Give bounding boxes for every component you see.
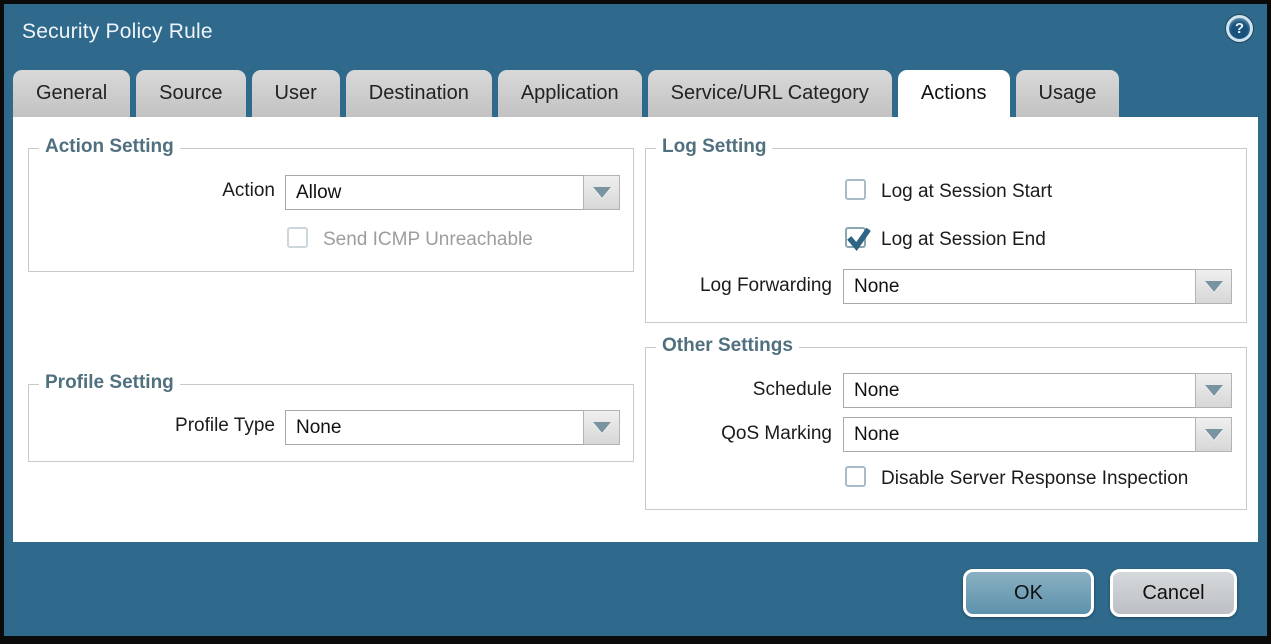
screenshot-frame: Security Policy Rule ? General Source Us… xyxy=(0,0,1271,644)
chevron-down-icon xyxy=(1205,385,1223,396)
log-at-session-start-label: Log at Session Start xyxy=(881,181,1052,203)
checkmark-icon xyxy=(847,228,871,252)
log-forwarding-label: Log Forwarding xyxy=(632,275,832,297)
action-dropdown[interactable]: Allow xyxy=(285,175,584,210)
action-setting-group: Action Setting xyxy=(28,148,634,272)
log-forwarding-dropdown-button[interactable] xyxy=(1195,269,1232,304)
tab-usage[interactable]: Usage xyxy=(1016,70,1120,117)
dialog-title: Security Policy Rule xyxy=(22,20,213,44)
disable-server-response-inspection-checkbox[interactable] xyxy=(845,466,866,487)
chevron-down-icon xyxy=(1205,429,1223,440)
profile-type-dropdown[interactable]: None xyxy=(285,410,584,445)
tab-source[interactable]: Source xyxy=(136,70,245,117)
ok-button[interactable]: OK xyxy=(963,569,1094,617)
tab-service-url-category[interactable]: Service/URL Category xyxy=(648,70,892,117)
help-icon[interactable]: ? xyxy=(1226,15,1253,42)
send-icmp-unreachable-label: Send ICMP Unreachable xyxy=(323,229,533,251)
action-setting-legend: Action Setting xyxy=(39,136,180,158)
log-setting-legend: Log Setting xyxy=(656,136,772,158)
action-label: Action xyxy=(125,180,275,202)
actions-tab-panel: Action Setting Action Allow Send ICMP Un… xyxy=(13,117,1258,542)
tab-user[interactable]: User xyxy=(252,70,340,117)
security-policy-rule-dialog: Security Policy Rule ? General Source Us… xyxy=(4,4,1267,636)
log-at-session-end-checkbox[interactable] xyxy=(845,227,866,248)
tab-general[interactable]: General xyxy=(13,70,130,117)
other-settings-legend: Other Settings xyxy=(656,335,799,357)
send-icmp-unreachable-checkbox xyxy=(287,227,308,248)
qos-marking-dropdown[interactable]: None xyxy=(843,417,1196,452)
tab-application[interactable]: Application xyxy=(498,70,642,117)
schedule-dropdown-button[interactable] xyxy=(1195,373,1232,408)
schedule-dropdown[interactable]: None xyxy=(843,373,1196,408)
qos-marking-label: QoS Marking xyxy=(632,423,832,445)
chevron-down-icon xyxy=(593,422,611,433)
cancel-button[interactable]: Cancel xyxy=(1110,569,1237,617)
qos-marking-dropdown-button[interactable] xyxy=(1195,417,1232,452)
disable-server-response-inspection-label: Disable Server Response Inspection xyxy=(881,468,1188,490)
tab-actions[interactable]: Actions xyxy=(898,70,1010,117)
profile-setting-legend: Profile Setting xyxy=(39,372,180,394)
chevron-down-icon xyxy=(1205,281,1223,292)
action-dropdown-button[interactable] xyxy=(583,175,620,210)
log-at-session-start-checkbox[interactable] xyxy=(845,179,866,200)
log-forwarding-dropdown[interactable]: None xyxy=(843,269,1196,304)
log-at-session-end-label: Log at Session End xyxy=(881,229,1046,251)
tab-bar: General Source User Destination Applicat… xyxy=(13,70,1125,117)
chevron-down-icon xyxy=(593,187,611,198)
tab-destination[interactable]: Destination xyxy=(346,70,492,117)
profile-type-label: Profile Type xyxy=(125,415,275,437)
profile-type-dropdown-button[interactable] xyxy=(583,410,620,445)
schedule-label: Schedule xyxy=(632,379,832,401)
